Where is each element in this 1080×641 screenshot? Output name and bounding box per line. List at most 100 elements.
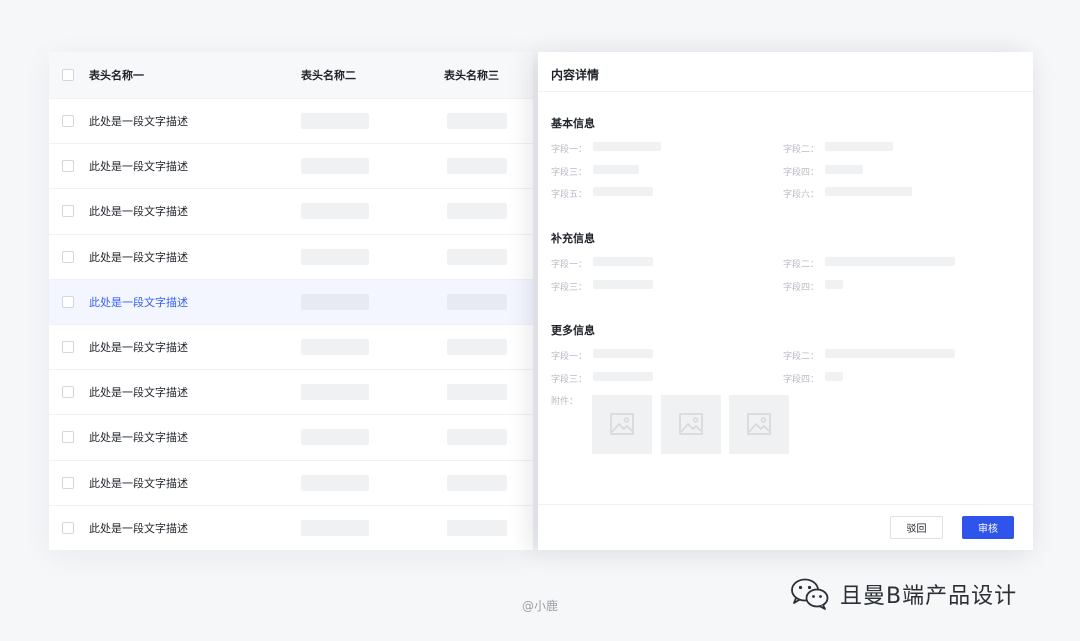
table-row[interactable]: 此处是一段文字描述 [49,188,533,233]
field-label: 字段五： [551,190,588,200]
table-row[interactable]: 此处是一段文字描述 [49,233,533,279]
drawer-footer-divider [538,504,1033,505]
reject-button[interactable]: 驳回 [890,516,943,539]
row-text: 此处是一段文字描述 [89,115,188,129]
row-text: 此处是一段文字描述 [89,205,188,219]
field-label: 字段一： [551,260,588,270]
section-title-more: 更多信息 [551,324,595,337]
cell-placeholder [301,158,369,175]
field-value-placeholder [825,142,893,151]
column-header-2[interactable]: 表头名称二 [301,67,356,83]
row-checkbox[interactable] [62,160,74,173]
wechat-icon [791,578,829,610]
field-value-placeholder [825,372,843,381]
column-header-1[interactable]: 表头名称一 [89,67,144,83]
column-header-3[interactable]: 表头名称三 [444,67,499,83]
row-checkbox[interactable] [62,431,74,444]
field-label: 字段一： [551,145,588,155]
field-label: 字段一： [551,352,588,362]
watermark-text: 且曼B端产品设计 [840,584,1018,609]
row-text: 此处是一段文字描述 [89,386,188,400]
attachment-thumbnail[interactable] [592,395,652,454]
cell-placeholder [447,158,507,175]
approve-button[interactable]: 审核 [962,516,1014,539]
cell-placeholder [301,519,369,536]
field-value-placeholder [825,257,955,266]
table-row[interactable]: 此处是一段文字描述 [49,143,533,188]
section-title-basic: 基本信息 [551,117,595,130]
row-checkbox[interactable] [62,521,74,534]
attachment-thumbnail[interactable] [729,395,789,454]
cell-placeholder [301,248,369,265]
cell-placeholder [301,384,369,401]
watermark: 且曼B端产品设计 [790,576,1017,612]
row-text: 此处是一段文字描述 [89,431,188,445]
section-title-supplement: 补充信息 [551,232,595,245]
row-checkbox[interactable] [62,250,74,263]
cell-placeholder [447,203,507,220]
field-value-placeholder [593,280,653,289]
table-row[interactable]: 此处是一段文字描述 [49,323,533,369]
field-label: 字段二： [783,352,820,362]
field-value-placeholder [593,142,661,151]
field-label: 字段四： [783,168,820,178]
attachment-label: 附件： [551,397,579,407]
cell-placeholder [301,429,369,446]
field-label: 字段三： [551,283,588,293]
field-value-placeholder [593,372,653,381]
cell-placeholder [447,248,507,265]
cell-placeholder [447,519,507,536]
row-checkbox[interactable] [62,476,74,489]
table-row[interactable]: 此处是一段文字描述 [49,504,533,550]
table-row-selected[interactable]: 此处是一段文字描述 [49,278,533,324]
cell-placeholder [447,384,507,401]
detail-drawer: 内容详情 基本信息 字段一： 字段二： 字段三： 字段四： 字段五： 字段六： … [538,52,1033,550]
cell-placeholder [447,429,507,446]
row-checkbox[interactable] [62,115,74,128]
row-text: 此处是一段文字描述 [89,476,188,490]
table-row[interactable]: 此处是一段文字描述 [49,459,533,505]
cell-placeholder [447,474,507,491]
cell-placeholder [301,339,369,356]
row-text: 此处是一段文字描述 [89,521,188,535]
field-value-placeholder [825,187,912,196]
field-label: 字段二： [783,260,820,270]
cell-placeholder [301,474,369,491]
drawer-title: 内容详情 [551,68,600,82]
cell-placeholder [447,293,507,310]
field-label: 字段三： [551,375,588,385]
table-row[interactable]: 此处是一段文字描述 [49,414,533,459]
table-header: 表头名称一 表头名称二 表头名称三 [49,52,533,98]
row-checkbox[interactable] [62,205,74,218]
field-value-placeholder [593,187,653,196]
table-row[interactable]: 此处是一段文字描述 [49,369,533,414]
image-icon [747,413,771,435]
field-value-placeholder [593,257,653,266]
row-text: 此处是一段文字描述 [89,160,188,174]
field-label: 字段六： [783,190,820,200]
cell-placeholder [301,203,369,220]
field-value-placeholder [825,349,955,358]
field-value-placeholder [593,165,639,174]
attachment-thumbnail[interactable] [661,395,721,454]
field-label: 字段四： [783,283,820,293]
cell-placeholder [301,293,369,310]
drawer-header-divider [538,91,1033,92]
row-checkbox[interactable] [62,295,74,308]
image-icon [610,413,634,435]
field-label: 字段三： [551,168,588,178]
row-text: 此处是一段文字描述 [89,250,188,264]
select-all-checkbox[interactable] [62,69,74,81]
row-text: 此处是一段文字描述 [89,341,188,355]
field-value-placeholder [825,280,843,289]
cell-placeholder [447,113,507,130]
row-checkbox[interactable] [62,341,74,354]
row-checkbox[interactable] [62,386,74,399]
table-row[interactable]: 此处是一段文字描述 [49,98,533,143]
field-label: 字段二： [783,145,820,155]
data-table: 表头名称一 表头名称二 表头名称三 此处是一段文字描述 此处是一段文字描述 此处… [49,52,533,550]
field-value-placeholder [593,349,653,358]
field-label: 字段四： [783,375,820,385]
cell-placeholder [447,339,507,356]
image-icon [679,413,703,435]
